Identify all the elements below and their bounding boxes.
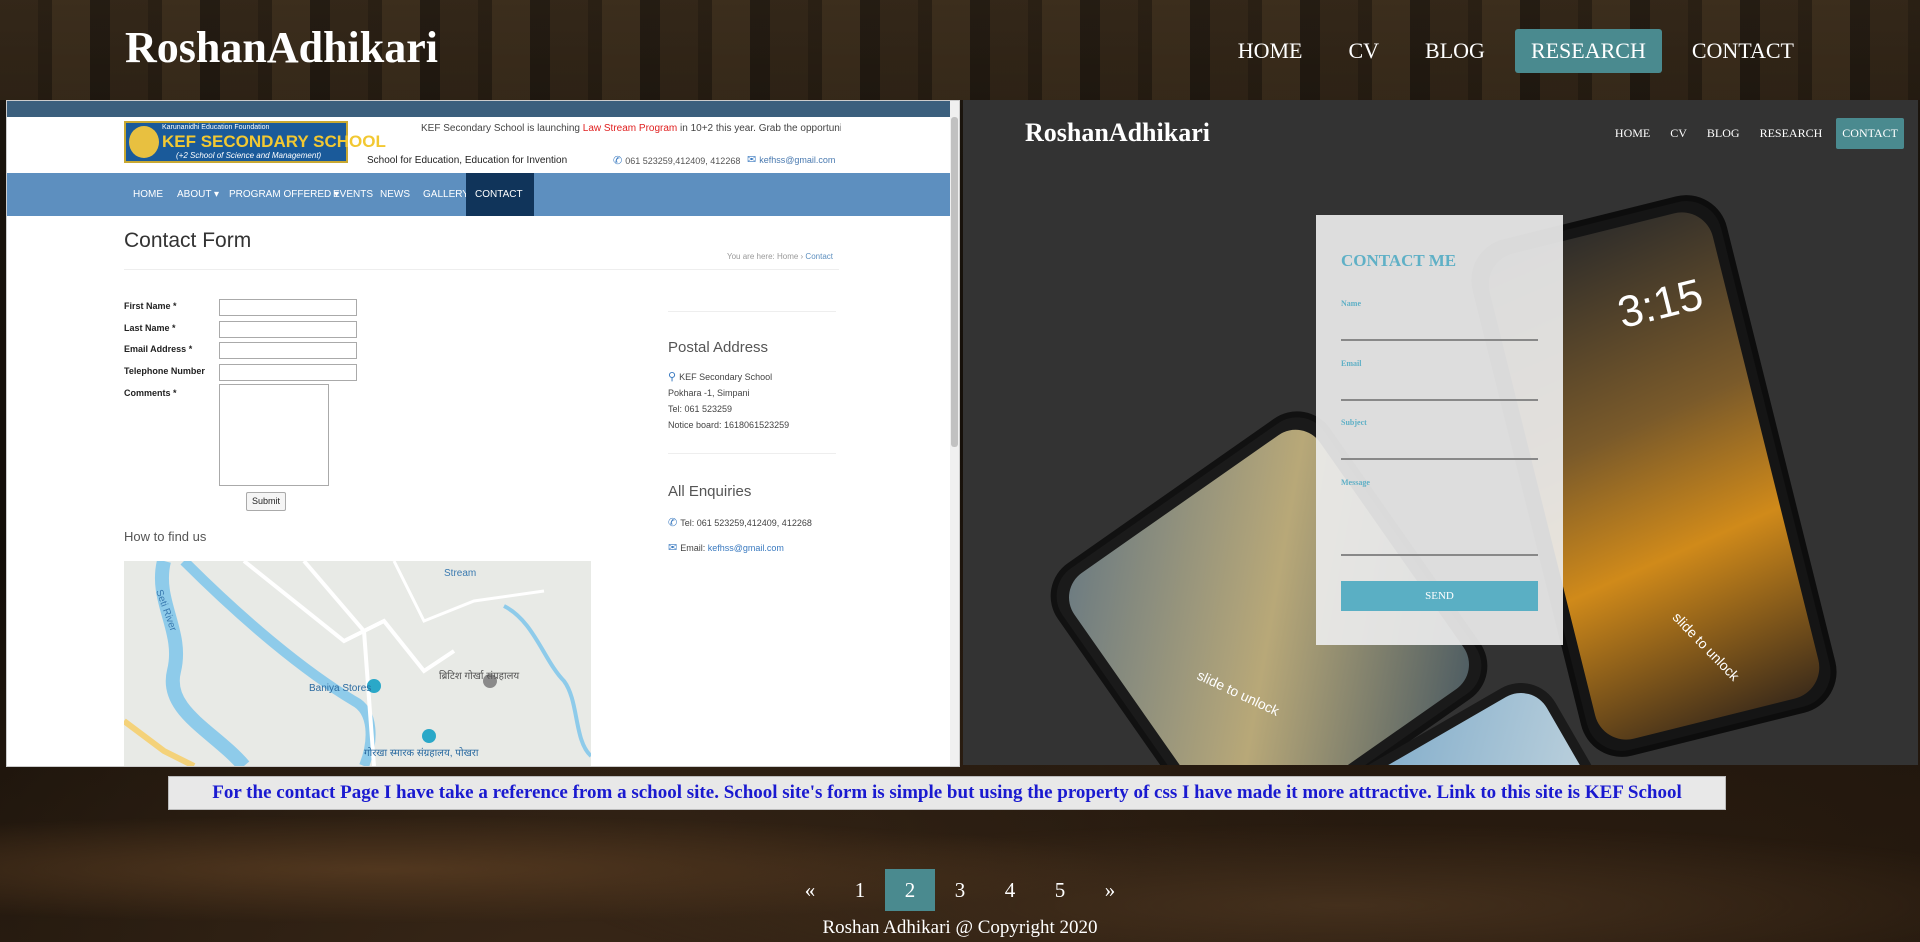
page-prev[interactable]: «: [785, 869, 835, 911]
site-brand[interactable]: RoshanAdhikari: [125, 22, 438, 73]
school-emblem-icon: [129, 126, 159, 158]
nav-cv[interactable]: CV: [1332, 29, 1395, 73]
preview-send-button: SEND: [1341, 581, 1538, 611]
reference-site-screenshot: Karunanidhi Education Foundation KEF SEC…: [6, 100, 960, 767]
divider: [668, 453, 836, 454]
school-logo-org: Karunanidhi Education Foundation: [162, 124, 270, 131]
nav-research[interactable]: RESEARCH: [1514, 29, 1662, 73]
nav-home[interactable]: HOME: [1222, 29, 1319, 73]
scrollbar: [950, 101, 959, 766]
scrollbar-thumb: [951, 117, 958, 447]
preview-contact-form: CONTACT ME Name Email Subject Message SE…: [1316, 215, 1563, 645]
preview-brand: RoshanAdhikari: [1025, 118, 1210, 147]
preview-form-label: Email: [1341, 359, 1362, 368]
page-2[interactable]: 2: [885, 869, 935, 911]
page-1[interactable]: 1: [835, 869, 885, 911]
school-postal-address: ⚲ KEF Secondary School Pokhara -1, Simpan…: [668, 371, 790, 430]
nav-contact[interactable]: CONTACT: [1676, 29, 1810, 73]
school-field-label: Last Name *: [124, 323, 176, 333]
school-announcement: KEF Secondary School is launching Law St…: [421, 123, 841, 134]
school-breadcrumb: You are here: Home › Contact: [727, 252, 833, 261]
school-comments-textarea: [219, 384, 329, 486]
preview-message-input: [1341, 554, 1538, 556]
preview-nav-home: HOME: [1614, 126, 1651, 140]
preview-form-title: CONTACT ME: [1341, 251, 1457, 270]
page-4[interactable]: 4: [985, 869, 1035, 911]
school-logo-name: KEF SECONDARY SCHOOL: [162, 132, 386, 151]
preview-nav: HOME CV BLOG RESEARCH CONTACT: [1601, 118, 1904, 149]
school-how-to-find: How to find us: [124, 529, 207, 544]
school-phone: ✆ 061 523259,412409, 412268: [613, 155, 741, 167]
my-site-screenshot: slide to unlock 3:15 slide to unlock Ros…: [963, 100, 1918, 765]
school-topbar: [7, 101, 959, 117]
mail-icon: ✉: [747, 154, 757, 166]
school-enquiries-heading: All Enquiries: [668, 483, 752, 500]
footer-copyright: Roshan Adhikari @ Copyright 2020: [822, 917, 1098, 938]
school-phone-input: [219, 364, 357, 381]
map-label: Stream: [444, 568, 476, 579]
pagination: « 1 2 3 4 5 »: [0, 869, 1920, 911]
research-caption: For the contact Page I have take a refer…: [168, 776, 1726, 810]
school-field-label: Email Address *: [124, 344, 193, 354]
map-label: गोरखा स्मारक संग्रहालय, पोखरा: [364, 747, 479, 759]
preview-form-label: Name: [1341, 299, 1361, 308]
preview-nav-blog: BLOG: [1706, 126, 1740, 140]
school-field-label: Telephone Number: [124, 366, 205, 376]
school-enquiries-tel: ✆ Tel: 061 523259,412409, 412268: [668, 517, 812, 529]
school-field-label: Comments *: [124, 388, 177, 398]
school-menu: HOME ABOUT ▾ PROGRAM OFFERED ▾ EVENTS NE…: [7, 173, 959, 243]
school-menu-news: NEWS: [380, 189, 410, 200]
school-map: Seti River Stream Baniya Stores ब्रिटिश …: [124, 561, 591, 766]
page-next[interactable]: »: [1085, 869, 1135, 911]
school-menu-home: HOME: [133, 189, 163, 200]
preview-nav-contact: CONTACT: [1836, 118, 1904, 149]
preview-email-input: [1341, 399, 1538, 401]
phone-icon: ✆: [668, 517, 678, 529]
school-tagline: School for Education, Education for Inve…: [367, 155, 568, 166]
preview-nav-cv: CV: [1670, 126, 1687, 140]
school-menu-contact: CONTACT US: [466, 173, 534, 243]
school-field-label: First Name *: [124, 301, 177, 311]
main-nav: HOME CV BLOG RESEARCH CONTACT: [1208, 29, 1810, 73]
preview-nav-research: RESEARCH: [1759, 126, 1823, 140]
map-pin-icon: ⚲: [668, 371, 677, 383]
preview-subject-input: [1341, 458, 1538, 460]
divider: [124, 269, 839, 270]
school-page-title: Contact Form: [124, 229, 252, 252]
school-logo: Karunanidhi Education Foundation KEF SEC…: [124, 121, 386, 163]
preview-form-label: Message: [1341, 478, 1370, 487]
school-enquiries-email: ✉ Email: kefhss@gmail.com: [668, 542, 784, 554]
school-postal-heading: Postal Address: [668, 339, 769, 356]
nav-blog[interactable]: BLOG: [1409, 29, 1501, 73]
phone-icon: ✆: [613, 155, 623, 167]
mail-icon: ✉: [668, 542, 678, 554]
school-last-name-input: [219, 321, 357, 338]
school-first-name-input: [219, 299, 357, 316]
school-logo-sub: (+2 School of Science and Management): [176, 151, 322, 160]
map-label: Baniya Stores: [309, 683, 371, 694]
preview-name-input: [1341, 339, 1538, 341]
school-submit-button: Submit: [246, 492, 287, 511]
preview-form-label: Subject: [1341, 418, 1367, 427]
page-5[interactable]: 5: [1035, 869, 1085, 911]
divider: [668, 311, 836, 312]
page-3[interactable]: 3: [935, 869, 985, 911]
site-header: RoshanAdhikari HOME CV BLOG RESEARCH CON…: [0, 0, 1920, 100]
school-email-input: [219, 342, 357, 359]
school-email: ✉ kefhss@gmail.com: [747, 154, 836, 166]
map-label: ब्रिटिश गोर्खा संग्रहालय: [439, 670, 519, 682]
